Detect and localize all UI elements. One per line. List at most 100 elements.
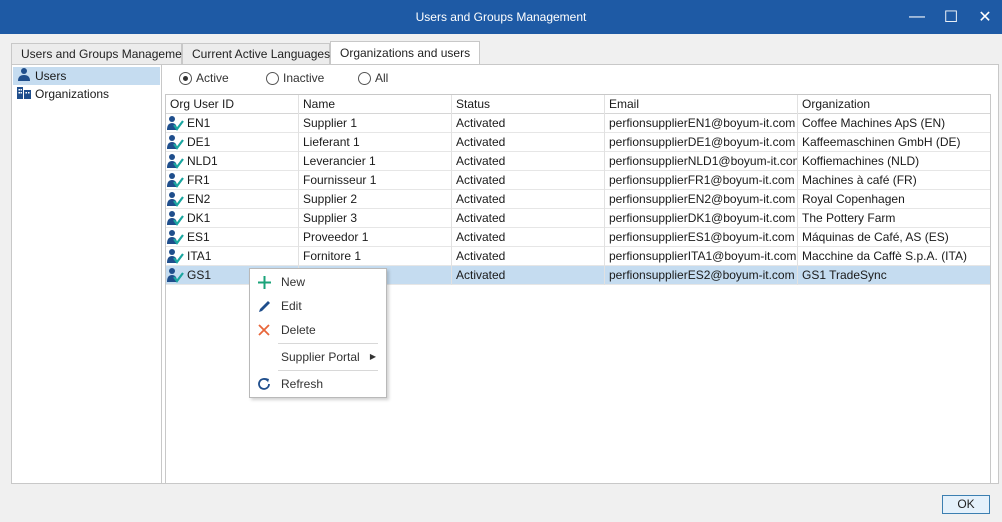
cell-status[interactable]: Activated xyxy=(452,171,605,190)
cell-email[interactable]: perfionsupplierEN2@boyum-it.com xyxy=(605,190,798,209)
column-header[interactable]: Name xyxy=(299,95,452,114)
org-user-id: DE1 xyxy=(187,135,211,149)
cell-email[interactable]: perfionsupplierEN1@boyum-it.com xyxy=(605,114,798,133)
radio-active[interactable]: Active xyxy=(179,71,229,85)
user-activated-icon xyxy=(167,153,184,170)
org-user-id: EN1 xyxy=(187,116,211,130)
context-menu: New Edit Delete Supplier Portal ▶ Refres… xyxy=(249,268,387,398)
table-row[interactable]: NLD1 Leverancier 1 Activated perfionsupplie… xyxy=(166,152,990,171)
menu-separator xyxy=(278,370,378,371)
radio-dot[interactable] xyxy=(358,71,371,85)
column-header[interactable]: Organization xyxy=(798,95,990,114)
menu-item-edit[interactable]: Edit xyxy=(250,295,386,317)
cell-org-user-id[interactable]: EN1 xyxy=(166,114,299,133)
cell-status[interactable]: Activated xyxy=(452,133,605,152)
user-activated-icon xyxy=(167,172,184,189)
cell-organization[interactable]: Koffiemachines (NLD) xyxy=(798,152,990,171)
table-row[interactable]: ES1 Proveedor 1 Activated perfionsupplierES… xyxy=(166,228,990,247)
cell-email[interactable]: perfionsupplierES2@boyum-it.com xyxy=(605,266,798,285)
window-title: Users and Groups Management xyxy=(415,10,587,24)
cell-email[interactable]: perfionsupplierITA1@boyum-it.com xyxy=(605,247,798,266)
sidebar-item-label: Organizations xyxy=(35,87,110,101)
maximize-button[interactable]: ☐ xyxy=(934,0,968,34)
cell-org-user-id[interactable]: ITA1 xyxy=(166,247,299,266)
cell-name[interactable]: Lieferant 1 xyxy=(299,133,452,152)
minimize-button[interactable]: — xyxy=(900,0,934,34)
cell-status[interactable]: Activated xyxy=(452,228,605,247)
cell-org-user-id[interactable]: FR1 xyxy=(166,171,299,190)
org-user-id: EN2 xyxy=(187,192,211,206)
menu-item-new[interactable]: New xyxy=(250,271,386,293)
radio-dot[interactable] xyxy=(266,71,279,85)
cell-status[interactable]: Activated xyxy=(452,152,605,171)
users-icon xyxy=(17,67,31,86)
radio-inactive[interactable]: Inactive xyxy=(266,71,324,85)
cell-status[interactable]: Activated xyxy=(452,209,605,228)
cell-organization[interactable]: Royal Copenhagen xyxy=(798,190,990,209)
cell-organization[interactable]: Machines à café (FR) xyxy=(798,171,990,190)
cell-org-user-id[interactable]: EN2 xyxy=(166,190,299,209)
cell-name[interactable]: Supplier 2 xyxy=(299,190,452,209)
cell-organization[interactable]: GS1 TradeSync xyxy=(798,266,990,285)
table-row[interactable]: FR1 Fournisseur 1 Activated perfionsupplier… xyxy=(166,171,990,190)
grid-header: Org User ID Name Status Email Organizati… xyxy=(166,95,990,114)
sidebar-item-organizations[interactable]: Organizations xyxy=(13,85,160,103)
user-activated-icon xyxy=(167,210,184,227)
cell-org-user-id[interactable]: NLD1 xyxy=(166,152,299,171)
cell-organization[interactable]: Macchine da Caffè S.p.A. (ITA) xyxy=(798,247,990,266)
column-header[interactable]: Status xyxy=(452,95,605,114)
cell-email[interactable]: perfionsupplierES1@boyum-it.com xyxy=(605,228,798,247)
menu-item-supplier-portal[interactable]: Supplier Portal ▶ xyxy=(250,346,386,368)
cell-email[interactable]: perfionsupplierNLD1@boyum-it.com xyxy=(605,152,798,171)
table-row[interactable]: DK1 Supplier 3 Activated perfionsupplierDK1… xyxy=(166,209,990,228)
menu-label: Delete xyxy=(281,323,316,337)
radio-all[interactable]: All xyxy=(358,71,388,85)
menu-label: Edit xyxy=(281,299,302,313)
org-user-id: FR1 xyxy=(187,173,210,187)
user-activated-icon xyxy=(167,229,184,246)
sidebar-item-users[interactable]: Users xyxy=(13,67,160,85)
cell-organization[interactable]: Coffee Machines ApS (EN) xyxy=(798,114,990,133)
tab-organizations-and-users[interactable]: Organizations and users xyxy=(330,41,480,65)
cell-status[interactable]: Activated xyxy=(452,247,605,266)
user-activated-icon xyxy=(167,191,184,208)
column-header[interactable]: Email xyxy=(605,95,798,114)
cell-email[interactable]: perfionsupplierDK1@boyum-it.com xyxy=(605,209,798,228)
cell-status[interactable]: Activated xyxy=(452,266,605,285)
cell-organization[interactable]: Máquinas de Café, AS (ES) xyxy=(798,228,990,247)
cell-name[interactable]: Supplier 1 xyxy=(299,114,452,133)
cell-status[interactable]: Activated xyxy=(452,114,605,133)
cell-name[interactable]: Fornitore 1 xyxy=(299,247,452,266)
table-row[interactable]: ITA1 Fornitore 1 Activated perfionsupplierI… xyxy=(166,247,990,266)
table-row[interactable]: EN2 Supplier 2 Activated perfionsupplierEN2… xyxy=(166,190,990,209)
cell-status[interactable]: Activated xyxy=(452,190,605,209)
cell-organization[interactable]: The Pottery Farm xyxy=(798,209,990,228)
cell-name[interactable]: Proveedor 1 xyxy=(299,228,452,247)
cell-name[interactable]: Fournisseur 1 xyxy=(299,171,452,190)
radio-label: All xyxy=(375,71,389,85)
menu-item-refresh[interactable]: Refresh xyxy=(250,373,386,395)
cell-email[interactable]: perfionsupplierFR1@boyum-it.com xyxy=(605,171,798,190)
table-row[interactable]: DE1 Lieferant 1 Activated perfionsupplierDE… xyxy=(166,133,990,152)
submenu-arrow-icon: ▶ xyxy=(369,352,376,361)
column-header[interactable]: Org User ID xyxy=(166,95,299,114)
cell-organization[interactable]: Kaffeemaschinen GmbH (DE) xyxy=(798,133,990,152)
menu-item-delete[interactable]: Delete xyxy=(250,319,386,341)
cell-name[interactable]: Leverancier 1 xyxy=(299,152,452,171)
org-user-id: ES1 xyxy=(187,230,210,244)
close-button[interactable]: ✕ xyxy=(968,0,1002,34)
user-activated-icon xyxy=(167,248,184,265)
cell-name[interactable]: Supplier 3 xyxy=(299,209,452,228)
radio-dot[interactable] xyxy=(179,71,192,85)
ok-button[interactable]: OK xyxy=(942,495,990,514)
tab-users-and-groups[interactable]: Users and Groups Management xyxy=(11,43,192,65)
cell-org-user-id[interactable]: DE1 xyxy=(166,133,299,152)
org-user-id: GS1 xyxy=(187,268,212,282)
org-user-id: ITA1 xyxy=(187,249,212,263)
refresh-icon xyxy=(256,376,272,392)
tab-current-active-languages[interactable]: Current Active Languages xyxy=(182,43,330,65)
cell-org-user-id[interactable]: ES1 xyxy=(166,228,299,247)
cell-org-user-id[interactable]: DK1 xyxy=(166,209,299,228)
cell-email[interactable]: perfionsupplierDE1@boyum-it.com xyxy=(605,133,798,152)
table-row[interactable]: EN1 Supplier 1 Activated perfionsupplierEN1… xyxy=(166,114,990,133)
